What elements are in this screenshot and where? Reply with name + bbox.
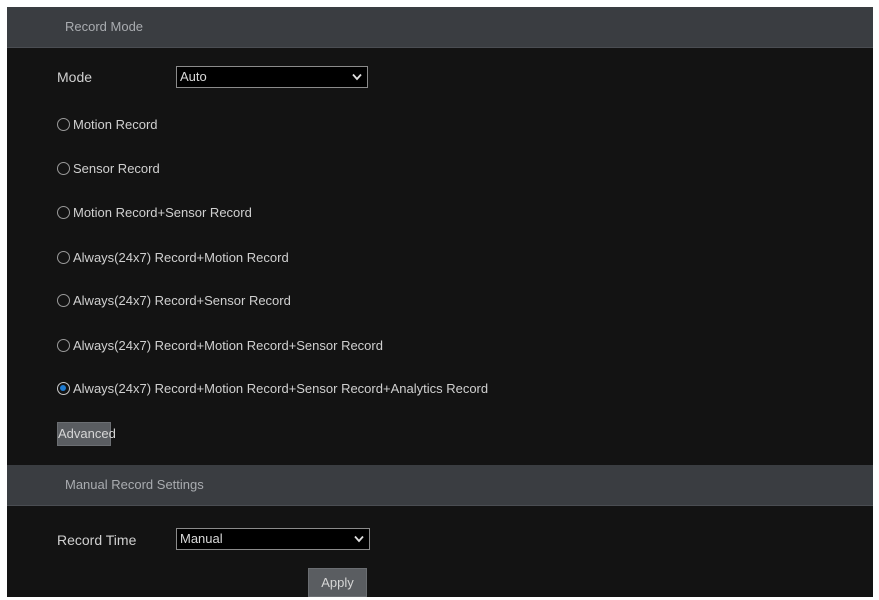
manual-record-title: Manual Record Settings <box>65 477 204 492</box>
manual-record-header: Manual Record Settings <box>7 465 873 506</box>
mode-select-value: Auto <box>180 69 207 84</box>
advanced-button[interactable]: Advanced <box>57 422 116 446</box>
radio-option-always-motion[interactable]: Always(24x7) Record+Motion Record <box>57 247 289 267</box>
radio-option-motion[interactable]: Motion Record <box>57 114 158 134</box>
radio-label: Motion Record+Sensor Record <box>73 204 252 220</box>
chevron-down-icon <box>352 73 362 81</box>
mode-label: Mode <box>57 69 93 85</box>
radio-label: Sensor Record <box>73 160 160 176</box>
radio-label: Motion Record <box>73 116 158 132</box>
record-time-select-value: Manual <box>180 531 223 546</box>
radio-label: Always(24x7) Record+Motion Record+Sensor… <box>73 380 489 396</box>
chevron-down-icon <box>354 535 364 543</box>
radio-label: Always(24x7) Record+Sensor Record <box>73 292 291 308</box>
record-time-label: Record Time <box>57 532 137 548</box>
mode-select[interactable]: Auto <box>176 66 368 88</box>
apply-button[interactable]: Apply <box>308 568 367 597</box>
record-time-select[interactable]: Manual <box>176 528 370 550</box>
record-mode-title: Record Mode <box>65 19 144 34</box>
record-settings-panel: Record Mode Mode Auto Motion Record Sens… <box>7 7 873 597</box>
radio-option-always-motion-sensor[interactable]: Always(24x7) Record+Motion Record+Sensor… <box>57 335 383 355</box>
radio-button[interactable] <box>57 250 70 264</box>
radio-label: Always(24x7) Record+Motion Record <box>73 249 289 265</box>
radio-button[interactable] <box>57 117 70 131</box>
radio-button-selected[interactable] <box>57 381 70 395</box>
radio-option-always-sensor[interactable]: Always(24x7) Record+Sensor Record <box>57 290 291 310</box>
radio-button[interactable] <box>57 293 70 307</box>
radio-option-motion-sensor[interactable]: Motion Record+Sensor Record <box>57 202 252 222</box>
radio-button[interactable] <box>57 338 70 352</box>
radio-option-sensor[interactable]: Sensor Record <box>57 158 160 178</box>
radio-option-always-motion-sensor-analytics[interactable]: Always(24x7) Record+Motion Record+Sensor… <box>57 378 488 398</box>
radio-button[interactable] <box>57 161 70 175</box>
radio-label: Always(24x7) Record+Motion Record+Sensor… <box>73 337 383 353</box>
radio-button[interactable] <box>57 205 70 219</box>
record-mode-header: Record Mode <box>7 7 873 48</box>
